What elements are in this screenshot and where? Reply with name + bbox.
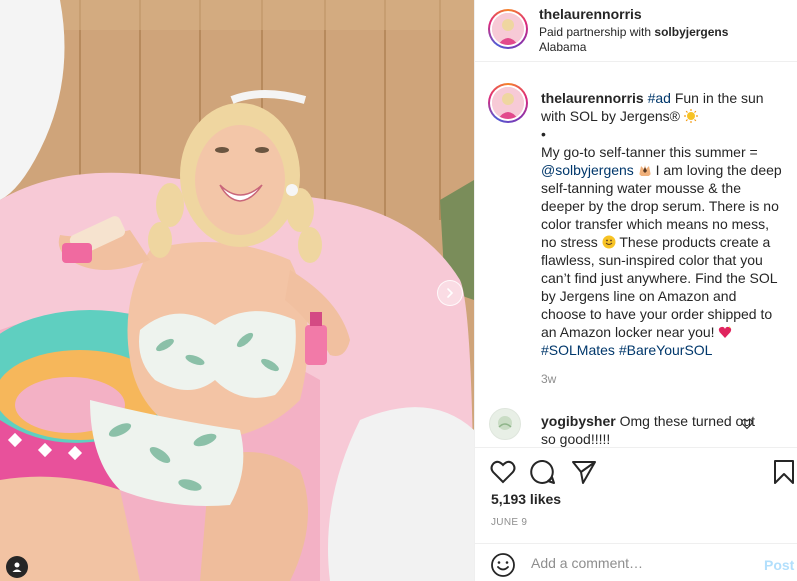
avatar-image	[492, 13, 524, 45]
post-date[interactable]: JUNE 9	[491, 517, 527, 528]
paid-partnership-prefix: Paid partnership with	[539, 25, 655, 39]
post-location[interactable]: Alabama	[539, 40, 586, 54]
caption-text-a: My go-to self-tanner this summer =	[541, 144, 758, 160]
caption-time-ago[interactable]: 3w	[541, 372, 556, 386]
post-photo[interactable]	[0, 0, 474, 581]
add-comment-bar: Post	[475, 543, 797, 581]
sparkling-heart-emoji-icon	[719, 326, 732, 338]
share-icon[interactable]	[570, 458, 598, 486]
commenter-avatar[interactable]	[489, 408, 521, 440]
caption-avatar[interactable]	[488, 83, 528, 123]
comment-text: yogibysher Omg these turned out so good!…	[541, 412, 756, 447]
post-username[interactable]: thelaurennorris	[539, 6, 642, 22]
raising-hands-emoji-icon	[638, 165, 651, 176]
mention-link[interactable]: @solbyjergens	[541, 162, 634, 178]
hashtag-ad[interactable]: #ad	[648, 90, 671, 106]
avatar-image	[492, 87, 524, 119]
post-sidebar: thelaurennorris Paid partnership with so…	[474, 0, 797, 581]
caption-bullet: •	[541, 126, 546, 142]
comments-area[interactable]: thelaurennorris #ad Fun in the sun with …	[475, 62, 797, 447]
bookmark-icon[interactable]	[770, 458, 797, 486]
chevron-right-icon	[447, 288, 454, 298]
post-actions: 5,193 likes JUNE 9	[475, 447, 797, 543]
add-comment-input[interactable]	[531, 552, 731, 574]
caption-hashtags[interactable]: #SOLMates #BareYourSOL	[541, 341, 785, 359]
partner-link[interactable]: solbyjergens	[654, 25, 728, 39]
paid-partnership-label: Paid partnership with solbyjergens	[539, 25, 728, 39]
comment-icon[interactable]	[529, 458, 557, 486]
post-caption: thelaurennorris #ad Fun in the sun with …	[541, 89, 785, 359]
user-tag-icon	[12, 562, 22, 572]
avatar[interactable]	[488, 9, 528, 49]
smile-icon[interactable]	[490, 552, 516, 578]
tagged-users-button[interactable]	[6, 556, 28, 578]
comment-like-icon[interactable]	[741, 418, 753, 430]
heart-icon[interactable]	[489, 458, 517, 486]
likes-count[interactable]: 5,193 likes	[491, 491, 561, 507]
commenter-avatar-image	[498, 416, 512, 430]
next-photo-button[interactable]	[437, 280, 463, 306]
photo-illustration	[0, 0, 474, 581]
caption-username[interactable]: thelaurennorris	[541, 90, 644, 106]
sun-emoji-icon	[683, 109, 698, 123]
instagram-post: thelaurennorris Paid partnership with so…	[0, 0, 797, 581]
smiling-emoji-icon	[602, 235, 616, 249]
post-header: thelaurennorris Paid partnership with so…	[475, 0, 797, 62]
post-comment-button[interactable]: Post	[764, 557, 794, 573]
commenter-username[interactable]: yogibysher	[541, 413, 616, 429]
